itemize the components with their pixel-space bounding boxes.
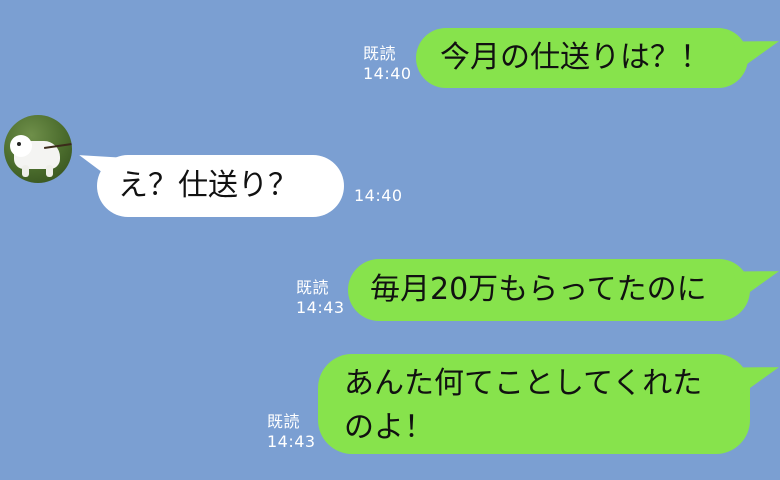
message-bubble-outgoing[interactable]: 今月の仕送りは？！ [416,28,748,88]
message-text-line: のよ！ [344,410,434,445]
message-text: 毎月20万もらってたのに [370,272,707,307]
read-receipt: 既読 14:43 [267,412,316,452]
read-label: 既読 [267,412,301,431]
chat-area[interactable]: 既読 14:40 今月の仕送りは？！ え？仕送り？ 14:40 既読 14:43… [0,0,780,480]
timestamp: 14:43 [267,432,316,451]
timestamp: 14:40 [354,186,403,205]
read-receipt: 既読 14:43 [296,278,345,318]
message-text: え？仕送り？ [118,168,298,203]
message-bubble-outgoing[interactable]: 毎月20万もらってたのに [348,259,750,321]
dog-head [10,135,32,157]
bubble-tail [732,353,780,395]
dog-leg [22,165,29,177]
bubble-tail [732,27,780,69]
dog-leg [46,165,53,177]
contact-avatar[interactable] [4,115,72,183]
read-label: 既読 [296,278,330,297]
dog-eye [17,142,21,146]
message-text-line: あんた何てことしてくれた [344,366,703,401]
message-bubble-outgoing[interactable]: あんた何てことしてくれた のよ！ [318,354,750,454]
timestamp: 14:40 [363,64,412,83]
bubble-tail [732,257,780,299]
timestamp: 14:43 [296,298,345,317]
read-label: 既読 [363,44,397,63]
message-bubble-incoming[interactable]: え？仕送り？ [97,155,344,217]
read-receipt: 既読 14:40 [363,44,412,84]
message-text: 今月の仕送りは？！ [440,40,710,75]
